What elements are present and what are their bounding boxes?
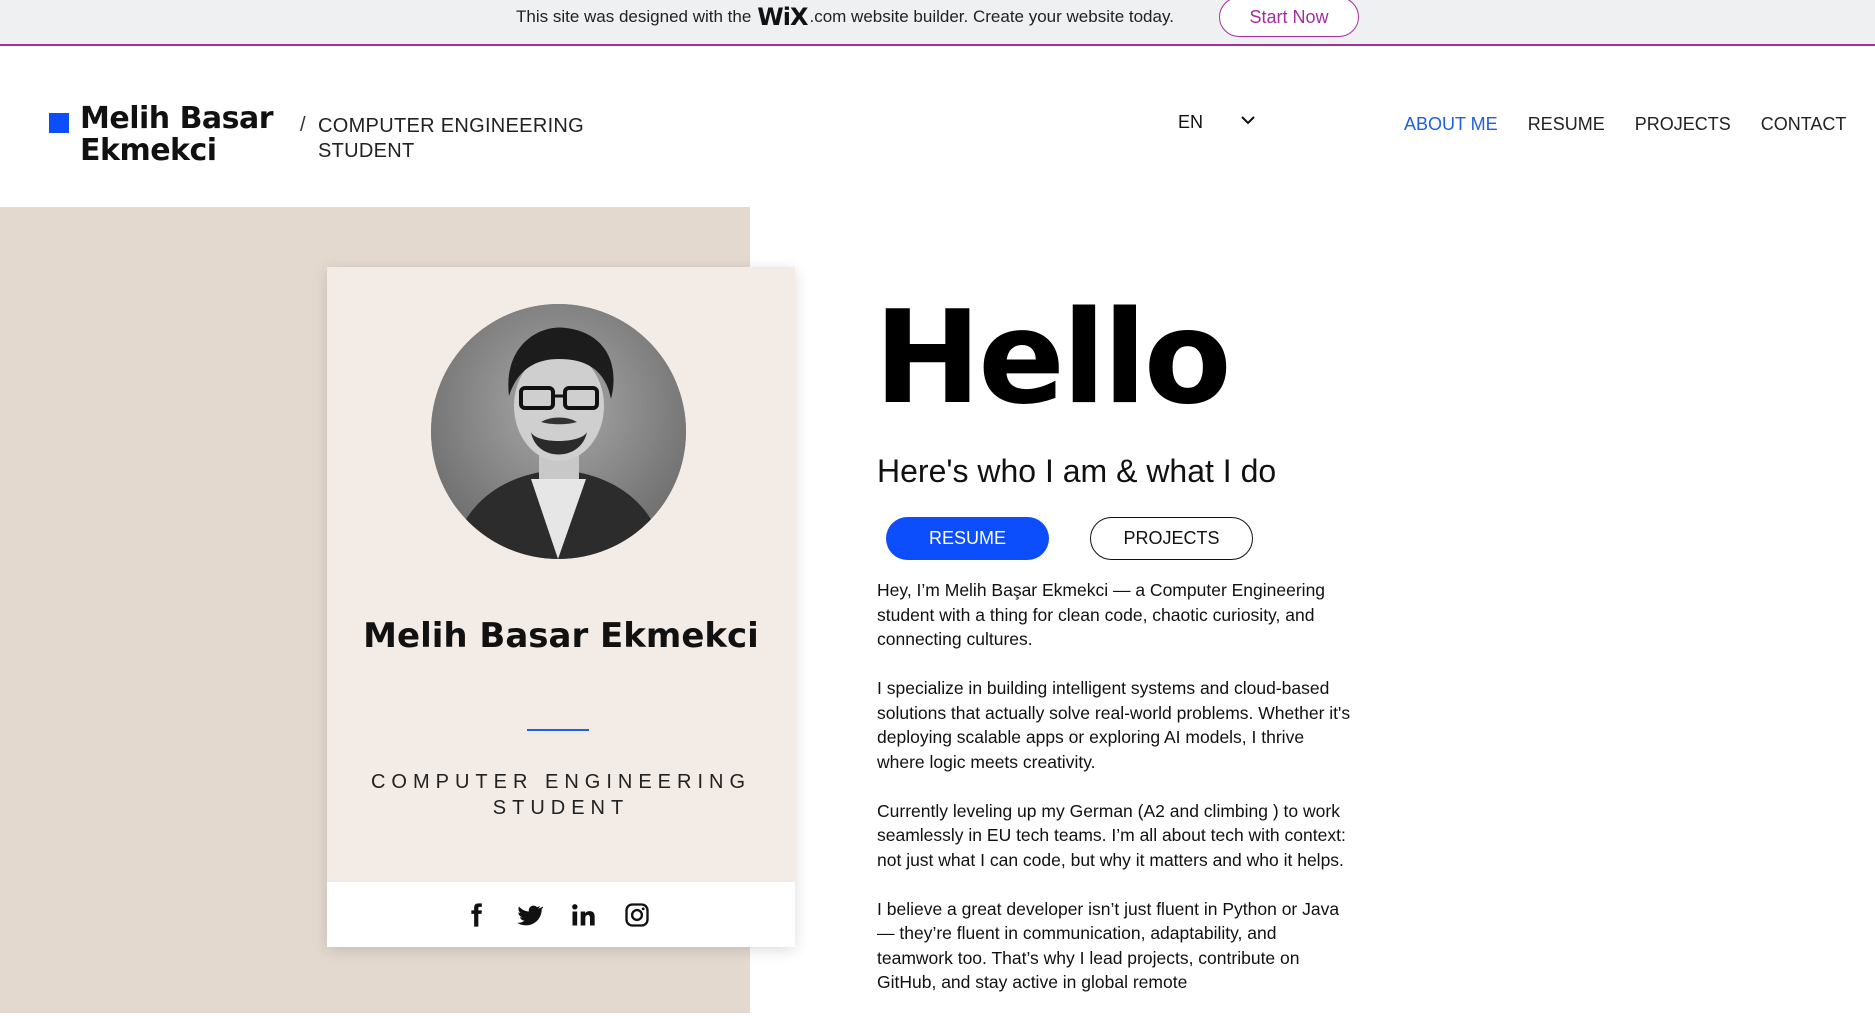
nav-item-resume[interactable]: RESUME bbox=[1528, 114, 1605, 135]
tagline-slash: / bbox=[300, 114, 306, 136]
card-name: Melih Basar Ekmekci bbox=[363, 616, 759, 656]
start-now-button[interactable]: Start Now bbox=[1219, 0, 1359, 37]
wix-banner-text-after: .com website builder. Create your websit… bbox=[809, 7, 1174, 26]
site-tagline: COMPUTER ENGINEERING STUDENT bbox=[318, 115, 585, 162]
nav-item-contact[interactable]: CONTACT bbox=[1761, 114, 1847, 135]
projects-button[interactable]: PROJECTS bbox=[1090, 517, 1253, 560]
bio-paragraph: Hey, I’m Melih Başar Ekmekci — a Compute… bbox=[877, 580, 1326, 649]
card-title: COMPUTER ENGINEERING STUDENT bbox=[370, 771, 752, 819]
nav-item-about-me[interactable]: ABOUT ME bbox=[1404, 114, 1498, 135]
profile-photo-icon bbox=[431, 304, 686, 559]
bio-text: Hey, I’m Melih Başar Ekmekci — a Compute… bbox=[877, 578, 1352, 1019]
wix-banner-message: This site was designed with the WiX .com… bbox=[516, 0, 1179, 34]
instagram-icon[interactable] bbox=[623, 901, 651, 929]
linkedin-icon[interactable] bbox=[569, 901, 597, 929]
avatar bbox=[431, 304, 686, 559]
profile-card: Melih Basar Ekmekci COMPUTER ENGINEERING… bbox=[327, 267, 795, 947]
wix-logo[interactable]: WiX bbox=[757, 3, 808, 31]
wix-banner: This site was designed with the WiX .com… bbox=[0, 0, 1875, 46]
card-divider bbox=[527, 729, 589, 731]
subheading: Here's who I am & what I do bbox=[877, 453, 1277, 489]
nav-item-projects[interactable]: PROJECTS bbox=[1635, 114, 1731, 135]
site-name[interactable]: Melih Basar Ekmekci bbox=[80, 103, 310, 167]
bio-paragraph: I specialize in building intelligent sys… bbox=[877, 678, 1351, 772]
language-label: EN bbox=[1178, 111, 1204, 132]
resume-button[interactable]: RESUME bbox=[886, 517, 1049, 560]
bio-paragraph: Currently leveling up my German (A2 and … bbox=[877, 800, 1346, 870]
chevron-down-icon bbox=[1241, 116, 1255, 125]
hello-heading: Hello bbox=[874, 284, 1232, 433]
logo-square-icon bbox=[49, 113, 69, 133]
facebook-icon[interactable] bbox=[462, 901, 490, 929]
social-bar bbox=[327, 882, 795, 947]
language-selector[interactable]: EN bbox=[1178, 106, 1262, 138]
main-nav: ABOUT ME RESUME PROJECTS CONTACT bbox=[1404, 114, 1846, 135]
wix-banner-text: This site was designed with the bbox=[516, 7, 752, 26]
twitter-icon[interactable] bbox=[515, 901, 543, 929]
bio-paragraph: I believe a great developer isn’t just f… bbox=[877, 898, 1340, 993]
